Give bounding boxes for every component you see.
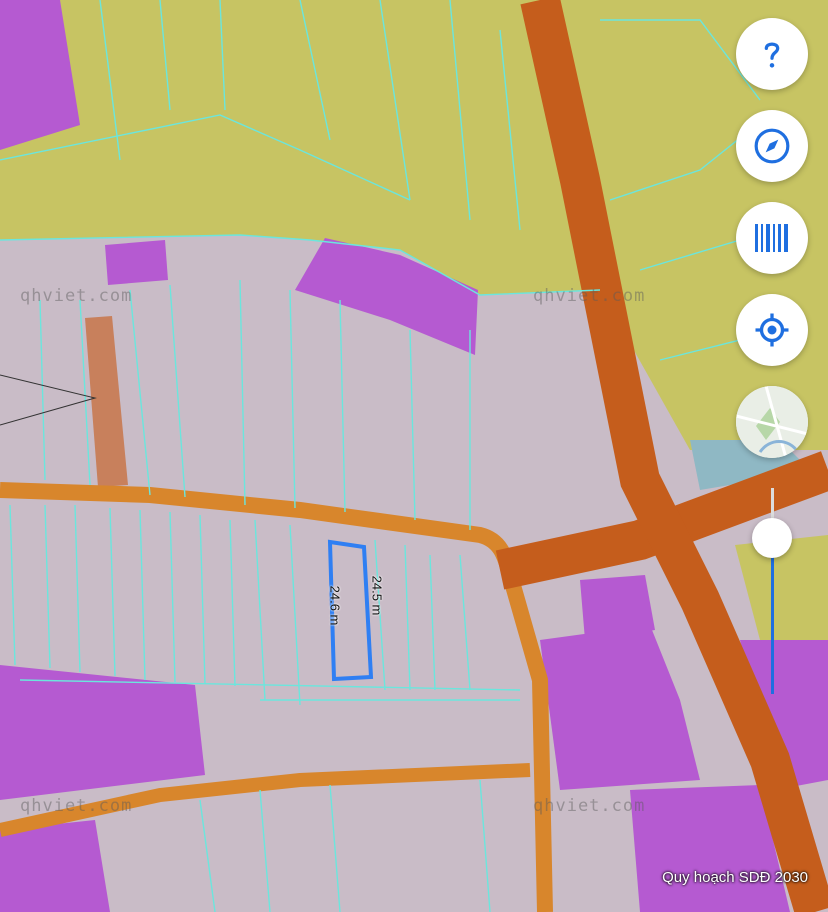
map-thumbnail-icon xyxy=(736,386,808,458)
watermark: qhviet.com xyxy=(533,796,646,816)
watermark: qhviet.com xyxy=(20,796,133,816)
magenta-zone xyxy=(580,575,655,640)
help-button[interactable] xyxy=(736,18,808,90)
compass-button[interactable] xyxy=(736,110,808,182)
basemap-button[interactable] xyxy=(736,386,808,458)
layer-label: Quy hoạch SDĐ 2030 xyxy=(662,869,808,886)
watermark: qhviet.com xyxy=(20,286,133,306)
zoom-slider[interactable] xyxy=(750,488,794,698)
zoom-slider-thumb[interactable] xyxy=(752,518,792,558)
watermark: qhviet.com xyxy=(533,286,646,306)
measurement-label: 24.6 m xyxy=(327,585,343,626)
map-canvas[interactable] xyxy=(0,0,828,912)
question-mark-icon xyxy=(764,42,780,68)
compass-icon xyxy=(754,128,790,164)
locate-icon xyxy=(755,313,789,347)
layers-button[interactable] xyxy=(736,202,808,274)
measurement-label: 24.5 m xyxy=(369,575,385,616)
locate-button[interactable] xyxy=(736,294,808,366)
magenta-zone xyxy=(0,820,110,912)
zoom-slider-fill xyxy=(771,538,774,694)
magenta-zone xyxy=(105,240,168,285)
barcode-icon xyxy=(755,224,788,252)
